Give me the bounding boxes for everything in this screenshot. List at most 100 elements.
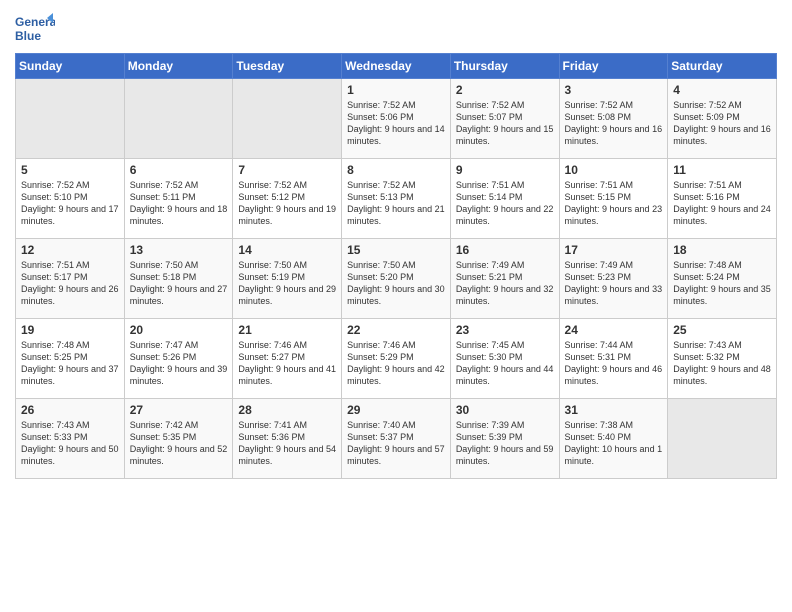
calendar-cell: 15 Sunrise: 7:50 AMSunset: 5:20 PMDayligh… xyxy=(342,239,451,319)
day-number: 8 xyxy=(347,163,445,177)
calendar-cell: 28Sunrise: 7:41 AMSunset: 5:36 PMDayligh… xyxy=(233,399,342,479)
calendar-cell: 31 Sunrise: 7:38 AMSunset: 5:40 PMDayligh… xyxy=(559,399,668,479)
day-number: 3 xyxy=(565,83,663,97)
cell-content: Sunrise: 7:52 AMSunset: 5:06 PMDaylight:… xyxy=(347,99,445,148)
calendar-cell: 14 Sunrise: 7:50 AMSunset: 5:19 PMDayligh… xyxy=(233,239,342,319)
calendar-week-row: 26 Sunrise: 7:43 AMSunset: 5:33 PMDayligh… xyxy=(16,399,777,479)
day-number: 27 xyxy=(130,403,228,417)
calendar-cell xyxy=(668,399,777,479)
calendar-cell: 11 Sunrise: 7:51 AMSunset: 5:16 PMDayligh… xyxy=(668,159,777,239)
calendar-cell: 7 Sunrise: 7:52 AMSunset: 5:12 PMDaylight… xyxy=(233,159,342,239)
day-number: 16 xyxy=(456,243,554,257)
calendar-cell xyxy=(124,79,233,159)
day-number: 19 xyxy=(21,323,119,337)
weekday-header: Sunday xyxy=(16,54,125,79)
calendar-header: SundayMondayTuesdayWednesdayThursdayFrid… xyxy=(16,54,777,79)
cell-content: Sunrise: 7:52 AMSunset: 5:10 PMDaylight:… xyxy=(21,179,119,228)
calendar-week-row: 19Sunrise: 7:48 AMSunset: 5:25 PMDayligh… xyxy=(16,319,777,399)
calendar-cell: 9 Sunrise: 7:51 AMSunset: 5:14 PMDaylight… xyxy=(450,159,559,239)
cell-content: Sunrise: 7:44 AMSunset: 5:31 PMDaylight:… xyxy=(565,339,663,388)
cell-content: Sunrise: 7:52 AMSunset: 5:08 PMDaylight:… xyxy=(565,99,663,148)
weekday-header: Monday xyxy=(124,54,233,79)
calendar-week-row: 12 Sunrise: 7:51 AMSunset: 5:17 PMDayligh… xyxy=(16,239,777,319)
weekday-header: Saturday xyxy=(668,54,777,79)
cell-content: Sunrise: 7:50 AMSunset: 5:18 PMDaylight:… xyxy=(130,259,228,308)
cell-content: Sunrise: 7:41 AMSunset: 5:36 PMDaylight:… xyxy=(238,419,336,468)
day-number: 6 xyxy=(130,163,228,177)
calendar-cell: 24 Sunrise: 7:44 AMSunset: 5:31 PMDayligh… xyxy=(559,319,668,399)
calendar-cell xyxy=(233,79,342,159)
calendar-week-row: 1 Sunrise: 7:52 AMSunset: 5:06 PMDaylight… xyxy=(16,79,777,159)
calendar-cell xyxy=(16,79,125,159)
cell-content: Sunrise: 7:51 AMSunset: 5:16 PMDaylight:… xyxy=(673,179,771,228)
day-number: 18 xyxy=(673,243,771,257)
day-number: 31 xyxy=(565,403,663,417)
day-number: 11 xyxy=(673,163,771,177)
day-number: 2 xyxy=(456,83,554,97)
day-number: 12 xyxy=(21,243,119,257)
calendar-cell: 27 Sunrise: 7:42 AMSunset: 5:35 PMDayligh… xyxy=(124,399,233,479)
cell-content: Sunrise: 7:50 AMSunset: 5:19 PMDaylight:… xyxy=(238,259,336,308)
calendar-cell: 25 Sunrise: 7:43 AMSunset: 5:32 PMDayligh… xyxy=(668,319,777,399)
calendar-cell: 19Sunrise: 7:48 AMSunset: 5:25 PMDayligh… xyxy=(16,319,125,399)
day-number: 9 xyxy=(456,163,554,177)
svg-text:Blue: Blue xyxy=(15,29,41,43)
day-number: 29 xyxy=(347,403,445,417)
day-number: 15 xyxy=(347,243,445,257)
weekday-header: Wednesday xyxy=(342,54,451,79)
cell-content: Sunrise: 7:51 AMSunset: 5:17 PMDaylight:… xyxy=(21,259,119,308)
day-number: 5 xyxy=(21,163,119,177)
logo-icon: General Blue xyxy=(15,10,55,45)
day-number: 22 xyxy=(347,323,445,337)
day-number: 10 xyxy=(565,163,663,177)
cell-content: Sunrise: 7:52 AMSunset: 5:13 PMDaylight:… xyxy=(347,179,445,228)
cell-content: Sunrise: 7:49 AMSunset: 5:23 PMDaylight:… xyxy=(565,259,663,308)
weekday-header: Tuesday xyxy=(233,54,342,79)
cell-content: Sunrise: 7:46 AMSunset: 5:27 PMDaylight:… xyxy=(238,339,336,388)
calendar-cell: 17Sunrise: 7:49 AMSunset: 5:23 PMDayligh… xyxy=(559,239,668,319)
cell-content: Sunrise: 7:51 AMSunset: 5:15 PMDaylight:… xyxy=(565,179,663,228)
cell-content: Sunrise: 7:38 AMSunset: 5:40 PMDaylight:… xyxy=(565,419,663,468)
cell-content: Sunrise: 7:47 AMSunset: 5:26 PMDaylight:… xyxy=(130,339,228,388)
calendar-cell: 2 Sunrise: 7:52 AMSunset: 5:07 PMDaylight… xyxy=(450,79,559,159)
day-number: 13 xyxy=(130,243,228,257)
calendar-cell: 18 Sunrise: 7:48 AMSunset: 5:24 PMDayligh… xyxy=(668,239,777,319)
cell-content: Sunrise: 7:40 AMSunset: 5:37 PMDaylight:… xyxy=(347,419,445,468)
day-number: 1 xyxy=(347,83,445,97)
day-number: 14 xyxy=(238,243,336,257)
cell-content: Sunrise: 7:52 AMSunset: 5:07 PMDaylight:… xyxy=(456,99,554,148)
cell-content: Sunrise: 7:39 AMSunset: 5:39 PMDaylight:… xyxy=(456,419,554,468)
logo: General Blue xyxy=(15,10,59,45)
calendar-week-row: 5 Sunrise: 7:52 AMSunset: 5:10 PMDaylight… xyxy=(16,159,777,239)
calendar-cell: 23Sunrise: 7:45 AMSunset: 5:30 PMDayligh… xyxy=(450,319,559,399)
day-number: 21 xyxy=(238,323,336,337)
cell-content: Sunrise: 7:42 AMSunset: 5:35 PMDaylight:… xyxy=(130,419,228,468)
cell-content: Sunrise: 7:52 AMSunset: 5:09 PMDaylight:… xyxy=(673,99,771,148)
weekday-header: Thursday xyxy=(450,54,559,79)
day-number: 25 xyxy=(673,323,771,337)
cell-content: Sunrise: 7:43 AMSunset: 5:32 PMDaylight:… xyxy=(673,339,771,388)
calendar-cell: 3 Sunrise: 7:52 AMSunset: 5:08 PMDaylight… xyxy=(559,79,668,159)
cell-content: Sunrise: 7:43 AMSunset: 5:33 PMDaylight:… xyxy=(21,419,119,468)
cell-content: Sunrise: 7:46 AMSunset: 5:29 PMDaylight:… xyxy=(347,339,445,388)
cell-content: Sunrise: 7:45 AMSunset: 5:30 PMDaylight:… xyxy=(456,339,554,388)
weekday-header: Friday xyxy=(559,54,668,79)
cell-content: Sunrise: 7:51 AMSunset: 5:14 PMDaylight:… xyxy=(456,179,554,228)
calendar-cell: 16Sunrise: 7:49 AMSunset: 5:21 PMDayligh… xyxy=(450,239,559,319)
calendar-cell: 10 Sunrise: 7:51 AMSunset: 5:15 PMDayligh… xyxy=(559,159,668,239)
header-row: General Blue xyxy=(15,10,777,45)
day-number: 4 xyxy=(673,83,771,97)
day-number: 7 xyxy=(238,163,336,177)
calendar-cell: 29 Sunrise: 7:40 AMSunset: 5:37 PMDayligh… xyxy=(342,399,451,479)
day-number: 24 xyxy=(565,323,663,337)
calendar-cell: 13 Sunrise: 7:50 AMSunset: 5:18 PMDayligh… xyxy=(124,239,233,319)
cell-content: Sunrise: 7:52 AMSunset: 5:12 PMDaylight:… xyxy=(238,179,336,228)
cell-content: Sunrise: 7:52 AMSunset: 5:11 PMDaylight:… xyxy=(130,179,228,228)
calendar-cell: 8 Sunrise: 7:52 AMSunset: 5:13 PMDaylight… xyxy=(342,159,451,239)
calendar-cell: 12 Sunrise: 7:51 AMSunset: 5:17 PMDayligh… xyxy=(16,239,125,319)
day-number: 26 xyxy=(21,403,119,417)
cell-content: Sunrise: 7:48 AMSunset: 5:24 PMDaylight:… xyxy=(673,259,771,308)
calendar-cell: 26 Sunrise: 7:43 AMSunset: 5:33 PMDayligh… xyxy=(16,399,125,479)
calendar-cell: 20Sunrise: 7:47 AMSunset: 5:26 PMDayligh… xyxy=(124,319,233,399)
cell-content: Sunrise: 7:50 AMSunset: 5:20 PMDaylight:… xyxy=(347,259,445,308)
